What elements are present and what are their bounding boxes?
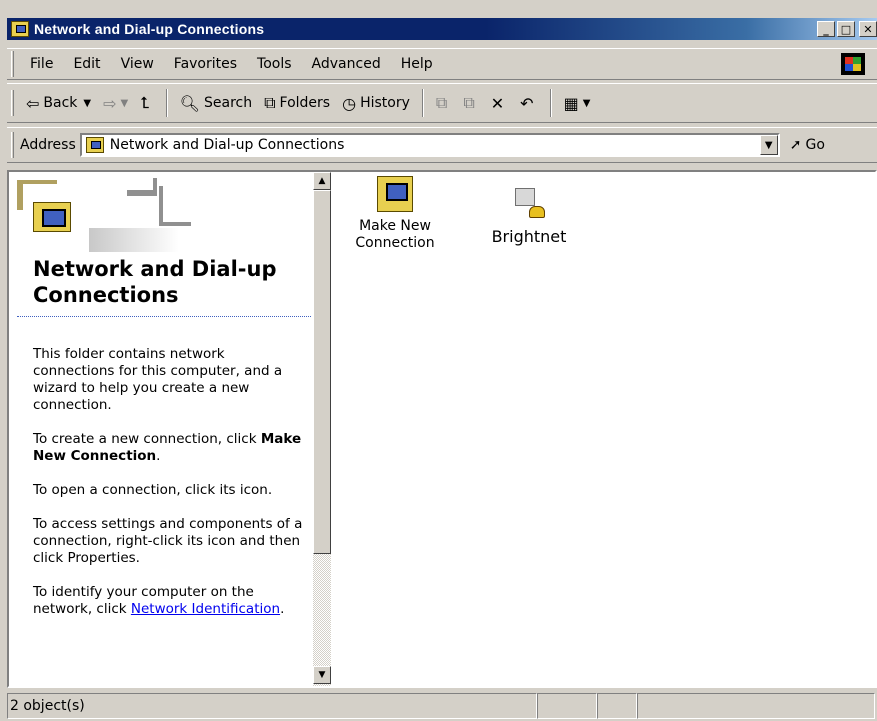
menu-favorites[interactable]: Favorites [174,56,237,72]
status-object-count: 2 object(s) [7,693,537,719]
menu-view[interactable]: View [121,56,154,72]
menu-edit[interactable]: Edit [73,56,100,72]
addressbar-grip[interactable] [11,132,14,158]
make-new-connection-item[interactable]: Make New Connection [347,176,443,252]
make-new-connection-icon [377,176,413,212]
scroll-thumb[interactable] [313,190,331,554]
up-button[interactable]: ⮤ [140,93,153,113]
go-arrow-icon: ➚ [789,137,802,153]
pane-title: Network and Dial-up Connections [33,257,277,307]
history-icon: ◷ [342,93,357,113]
address-input[interactable]: Network and Dial-up Connections ▼ [79,133,780,157]
menubar-grip[interactable] [11,51,14,77]
chevron-down-icon: ▼ [764,139,773,151]
history-label: History [360,95,410,111]
folders-icon: ⧉ [264,93,276,112]
move-to-button[interactable]: ⧉ [436,93,451,113]
folders-button[interactable]: ⧉ Folders [264,93,330,113]
description-para-4: To access settings and components of a c… [33,516,303,566]
toolbar-separator [549,89,552,117]
history-button[interactable]: ◷ History [342,94,410,113]
scroll-down-button[interactable]: ▼ [313,666,331,684]
para-2-suffix: . [156,448,161,464]
back-arrow-icon: ⇦ [26,93,40,113]
address-bar: Address Network and Dial-up Connections … [7,127,877,163]
back-label: Back [43,95,78,111]
make-new-connection-label: Make New Connection [355,218,435,251]
network-folder-icon [11,21,29,37]
back-dropdown-icon[interactable]: ▼ [83,98,91,109]
search-button[interactable]: 🔍︎ Search [180,94,252,113]
vertical-scrollbar[interactable]: ▲ ▼ [313,172,331,686]
copy-to-button[interactable]: ⧉ [463,93,478,113]
copy-to-icon: ⧉ [463,93,475,112]
scroll-up-icon: ▲ [318,176,326,186]
brightnet-label: Brightnet [491,227,567,246]
menu-advanced[interactable]: Advanced [312,56,381,72]
undo-icon: ↶ [520,93,534,113]
forward-arrow-icon: ⇨ [103,93,117,113]
description-para-5: To identify your computer on the network… [33,584,303,618]
back-button[interactable]: ⇦ Back ▼ [26,94,91,113]
title-bar[interactable]: Network and Dial-up Connections _ □ ✕ [7,18,877,40]
windows-logo-icon [841,53,865,75]
status-bar: 2 object(s) [7,690,877,721]
network-folder-icon [85,137,104,153]
menu-file[interactable]: File [30,56,53,72]
forward-dropdown-icon[interactable]: ▼ [121,98,129,109]
para-5-suffix: . [280,601,285,617]
maximize-icon: □ [840,22,852,36]
menu-tools[interactable]: Tools [257,56,292,72]
search-icon: 🔍︎ [179,93,200,113]
address-value: Network and Dial-up Connections [109,137,345,153]
standard-toolbar: ⇦ Back ▼ ⇨ ▼ ⮤ 🔍︎ Search ⧉ Folders ◷ His… [7,83,877,123]
description-para-2: To create a new connection, click Make N… [33,431,303,465]
scroll-up-button[interactable]: ▲ [313,172,331,190]
delete-x-icon: ✕ [490,93,505,113]
views-icon: ▦ [563,93,579,113]
close-icon: ✕ [863,22,873,36]
network-folder-icon [33,202,71,232]
description-para-3: To open a connection, click its icon. [33,482,273,498]
window-title: Network and Dial-up Connections [34,21,265,37]
minimize-icon: _ [823,22,829,36]
brightnet-connection-item[interactable]: Brightnet [479,186,579,245]
pane-description: This folder contains network connections… [33,346,303,635]
maximize-button[interactable]: □ [837,21,855,37]
folders-label: Folders [279,95,331,111]
close-button[interactable]: ✕ [859,21,877,37]
scroll-down-icon: ▼ [318,670,326,680]
header-graphic [9,172,313,262]
views-button[interactable]: ▦ ▼ [564,94,591,113]
delete-button[interactable]: ✕ [491,94,508,113]
forward-button[interactable]: ⇨ ▼ [103,94,128,113]
divider [17,316,311,317]
up-folder-icon: ⮤ [140,93,150,112]
go-label: Go [805,137,825,153]
toolbar-separator [421,89,424,117]
address-dropdown-button[interactable]: ▼ [759,135,778,155]
toolbar-separator [165,89,168,117]
description-para-1: This folder contains network connections… [33,346,283,413]
minimize-button[interactable]: _ [817,21,835,37]
status-panel-2 [537,693,597,719]
window-controls: _ □ ✕ [815,21,877,37]
content-area: Network and Dial-up Connections This fol… [7,170,877,688]
move-to-icon: ⧉ [435,93,448,112]
undo-button[interactable]: ↶ [520,94,537,113]
go-button[interactable]: ➚ Go [790,137,825,153]
menu-help[interactable]: Help [401,56,433,72]
address-label: Address [20,137,76,153]
menu-bar: File Edit View Favorites Tools Advanced … [7,48,877,80]
file-icon-view: Make New Connection Brightnet [331,172,875,686]
toolbar-grip[interactable] [11,90,14,116]
dial-up-connection-icon [511,186,547,222]
para-2-text: To create a new connection, click [33,431,261,447]
views-dropdown-icon[interactable]: ▼ [583,98,591,109]
web-view-pane: Network and Dial-up Connections This fol… [9,172,313,686]
status-panel-4 [637,693,875,719]
status-panel-3 [597,693,637,719]
network-identification-link[interactable]: Network Identification [131,601,280,617]
search-label: Search [203,95,253,111]
